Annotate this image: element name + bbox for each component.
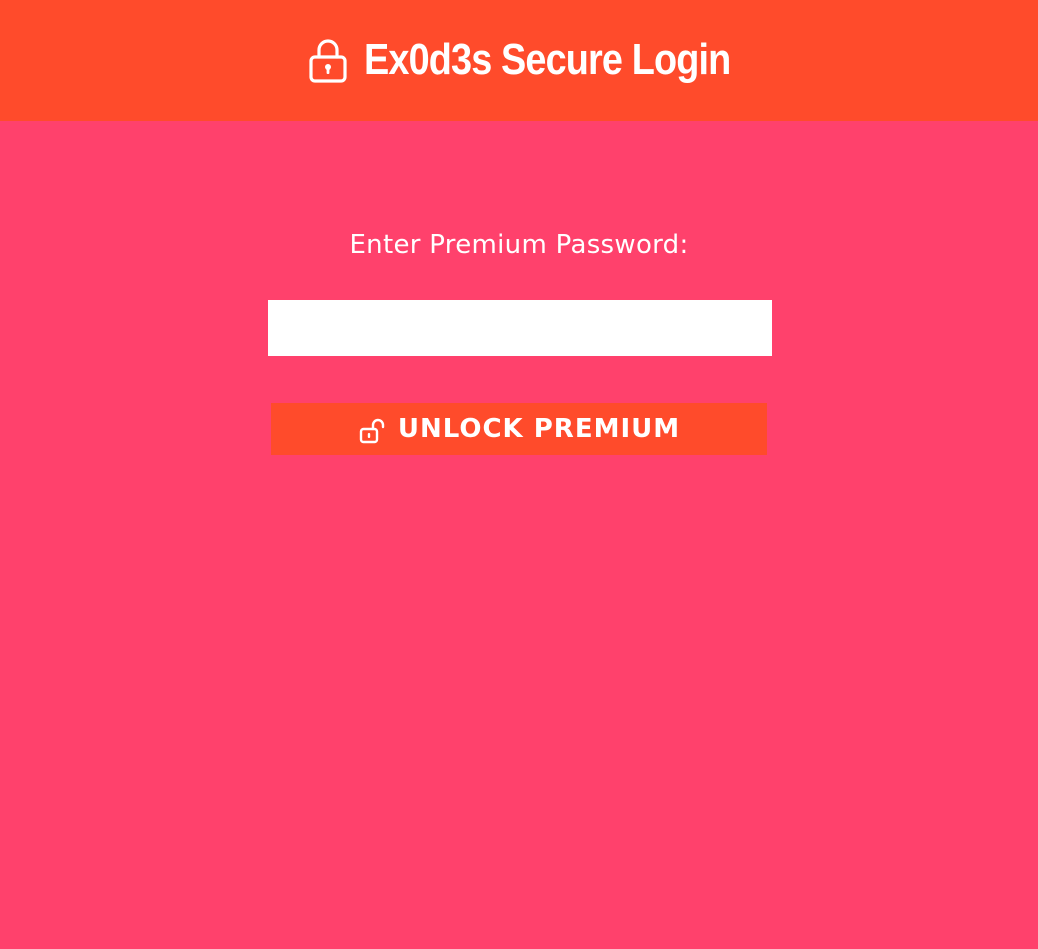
password-input[interactable] xyxy=(268,300,772,356)
password-label: Enter Premium Password: xyxy=(349,230,689,260)
unlock-button-label: UNLOCK PREMIUM xyxy=(397,414,681,444)
unlock-icon xyxy=(358,413,386,445)
unlock-premium-button[interactable]: UNLOCK PREMIUM xyxy=(271,403,767,455)
header-content: Ex0d3s Secure Login xyxy=(308,34,731,85)
header-bar: Ex0d3s Secure Login xyxy=(0,0,1038,121)
page-title: Ex0d3s Secure Login xyxy=(363,34,731,84)
lock-icon xyxy=(308,37,348,83)
